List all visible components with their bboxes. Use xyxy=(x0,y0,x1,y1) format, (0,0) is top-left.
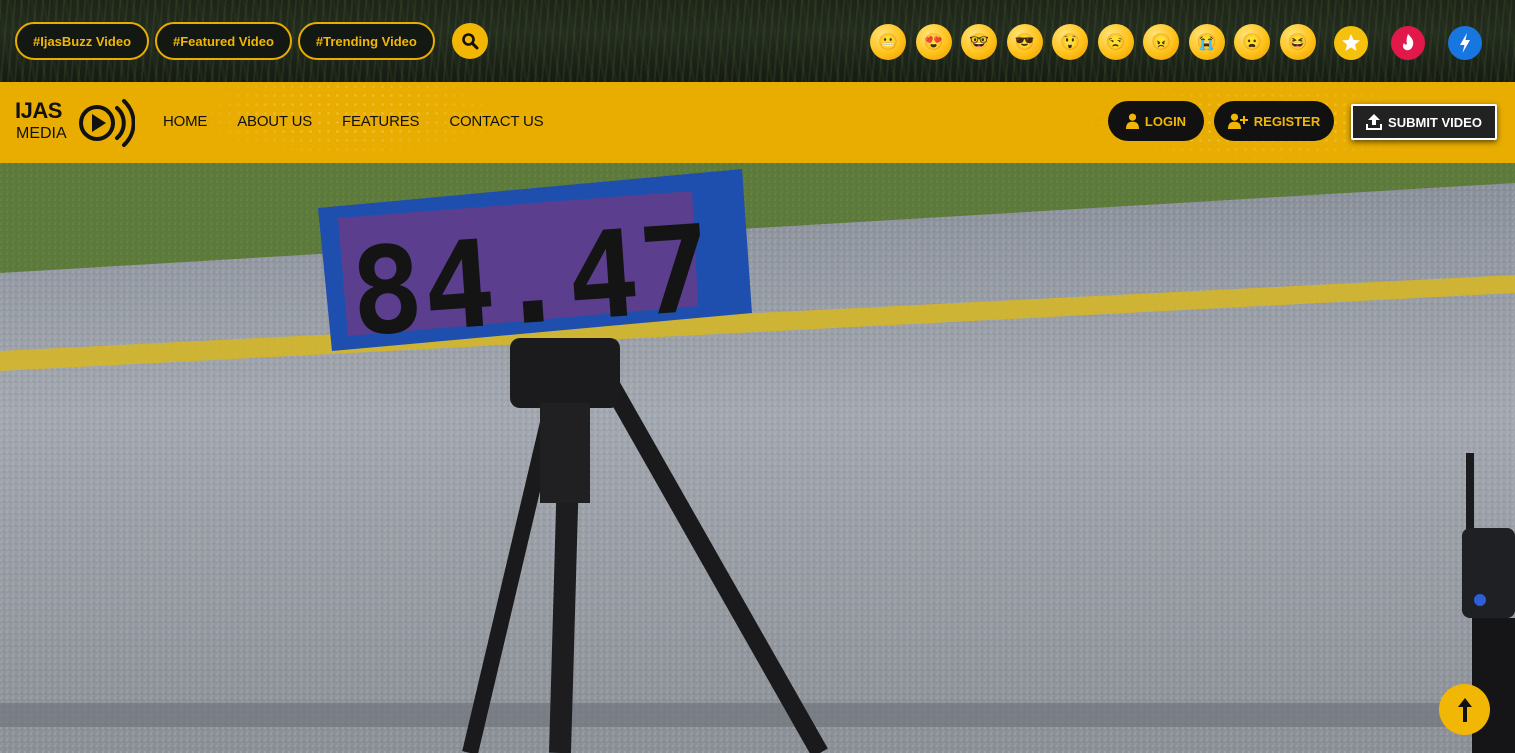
angry-emoji-icon[interactable]: 😠 xyxy=(1143,24,1179,60)
top-bar: #IjasBuzz Video #Featured Video #Trendin… xyxy=(0,0,1515,82)
heart-eyes-emoji-icon[interactable]: 😍 xyxy=(915,24,952,60)
logo-line1: IJAS xyxy=(15,98,62,123)
trending-button[interactable] xyxy=(1448,26,1482,60)
unamused-emoji-icon[interactable]: 😒 xyxy=(1097,24,1134,60)
tag-featured-video[interactable]: #Featured Video xyxy=(155,22,292,60)
flame-icon xyxy=(1391,26,1425,60)
hero-scene: 84.47 xyxy=(0,163,1515,753)
search-button[interactable] xyxy=(451,23,488,59)
frowning-emoji-icon[interactable]: 😦 xyxy=(1234,24,1270,60)
nav-features[interactable]: FEATURES xyxy=(342,113,419,130)
user-plus-icon xyxy=(1227,113,1248,129)
tag-trending-video[interactable]: #Trending Video xyxy=(297,22,435,60)
search-icon xyxy=(462,33,479,50)
nav-about-us[interactable]: ABOUT US xyxy=(237,113,312,130)
upload-icon xyxy=(1366,114,1383,130)
laughing-emoji-icon[interactable]: 😆 xyxy=(1279,24,1316,60)
sunglasses-emoji-icon[interactable]: 😎 xyxy=(1006,24,1043,60)
nav-contact-us[interactable]: CONTACT US xyxy=(449,113,543,130)
tag-ijasbuzz-video[interactable]: #IjasBuzz Video xyxy=(15,22,150,60)
lightning-icon xyxy=(1448,26,1482,60)
grimace-emoji-icon[interactable]: 😬 xyxy=(870,24,906,60)
submit-video-button[interactable]: SUBMIT VIDEO xyxy=(1351,104,1497,140)
surprised-emoji-icon[interactable]: 😲 xyxy=(1052,24,1088,60)
hashtag-links: #IjasBuzz Video #Featured Video #Trendin… xyxy=(15,22,488,60)
reaction-emojis: 😬 😍 🤓 😎 😲 😒 😠 😭 😦 😆 xyxy=(870,24,1325,60)
login-label: LOGIN xyxy=(1144,113,1187,129)
star-icon xyxy=(1334,26,1368,60)
nav-home[interactable]: HOME xyxy=(163,113,207,130)
star-button[interactable] xyxy=(1334,26,1368,60)
play-broadcast-icon xyxy=(79,99,135,147)
arrow-up-icon xyxy=(1457,697,1472,722)
main-nav: HOME ABOUT US FEATURES CONTACT US xyxy=(163,113,544,130)
login-button[interactable]: LOGIN xyxy=(1108,101,1204,141)
user-icon xyxy=(1125,113,1139,129)
logo-line2: MEDIA xyxy=(16,125,67,142)
nerd-emoji-icon[interactable]: 🤓 xyxy=(961,24,997,60)
submit-video-label: SUBMIT VIDEO xyxy=(1388,114,1482,130)
register-button[interactable]: REGISTER xyxy=(1214,101,1334,141)
crying-emoji-icon[interactable]: 😭 xyxy=(1188,24,1225,60)
scroll-to-top-button[interactable] xyxy=(1439,684,1490,735)
speed-display-reading: 84.47 xyxy=(346,200,716,364)
site-logo[interactable]: IJAS MEDIA xyxy=(15,92,135,154)
hero-video[interactable]: 84.47 xyxy=(0,163,1515,753)
register-label: REGISTER xyxy=(1253,113,1321,129)
hot-button[interactable] xyxy=(1391,26,1425,60)
